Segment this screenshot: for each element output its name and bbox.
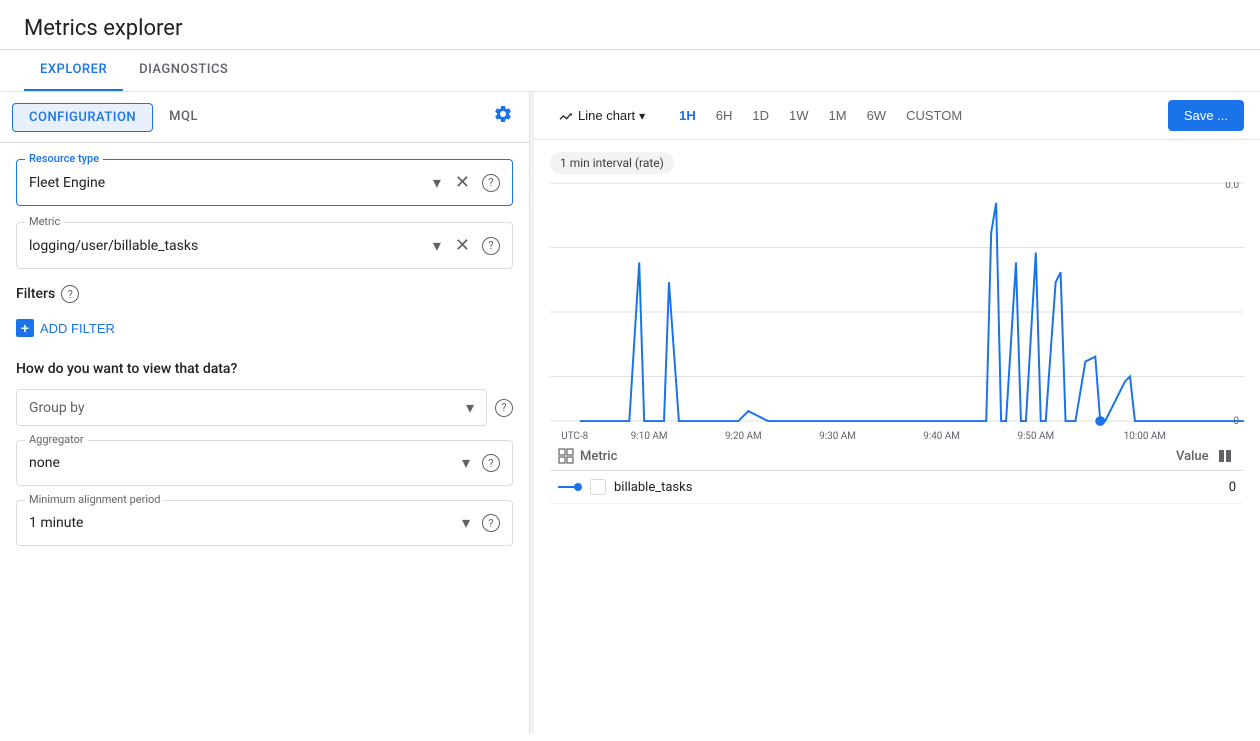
legend-color-line: [558, 482, 582, 492]
tab-mql[interactable]: MQL: [153, 103, 214, 132]
filters-section: Filters ?: [16, 285, 513, 303]
svg-text:0.0: 0.0: [1225, 182, 1239, 191]
add-filter-button[interactable]: + ADD FILTER: [16, 315, 115, 341]
tab-configuration[interactable]: CONFIGURATION: [12, 103, 153, 132]
chart-hover-dot: [1095, 416, 1105, 426]
settings-button[interactable]: [489, 100, 517, 134]
config-tabs-row: CONFIGURATION MQL: [0, 92, 529, 143]
min-alignment-group: Minimum alignment period 1 minute ▾ ?: [16, 500, 513, 546]
nav-tab-explorer[interactable]: EXPLORER: [24, 50, 123, 91]
chart-area: 1 min interval (rate) 0.0 0: [534, 140, 1260, 733]
svg-text:9:20 AM: 9:20 AM: [725, 431, 762, 442]
resource-type-dropdown[interactable]: ▾: [431, 171, 443, 195]
min-alignment-value: 1 minute: [29, 515, 83, 531]
interval-badge: 1 min interval (rate): [550, 152, 674, 174]
legend-header: Metric Value: [550, 442, 1244, 471]
add-filter-label: ADD FILTER: [40, 321, 115, 336]
filters-label: Filters: [16, 286, 55, 302]
page-title: Metrics explorer: [24, 16, 1236, 41]
time-btn-1w[interactable]: 1W: [779, 104, 819, 127]
nav-tab-diagnostics[interactable]: DIAGNOSTICS: [123, 50, 244, 91]
aggregator-value: none: [29, 455, 60, 471]
config-tabs: CONFIGURATION MQL: [12, 103, 214, 132]
metric-label: Metric: [25, 215, 64, 228]
time-buttons: 1H 6H 1D 1W 1M 6W CUSTOM: [669, 104, 972, 127]
chart-type-label: Line chart: [578, 108, 635, 123]
left-panel: CONFIGURATION MQL Resource type Fleet En…: [0, 92, 530, 733]
resource-type-label: Resource type: [25, 152, 103, 165]
svg-text:9:10 AM: 9:10 AM: [631, 431, 668, 442]
time-btn-6h[interactable]: 6H: [706, 104, 743, 127]
chart-container: 0.0 0 UTC-8 9:10 AM 9:20 AM 9:30 AM 9:40…: [550, 182, 1244, 442]
group-by-value: Group by: [29, 400, 85, 416]
min-alignment-label: Minimum alignment period: [25, 493, 164, 506]
legend-value: 0: [1229, 480, 1236, 495]
view-section-title: How do you want to view that data?: [16, 361, 513, 377]
metric-group: Metric logging/user/billable_tasks ▾ ✕ ?: [16, 222, 513, 269]
resource-type-value: Fleet Engine: [29, 175, 105, 191]
metric-value: logging/user/billable_tasks: [29, 238, 198, 254]
group-by-help[interactable]: ?: [495, 399, 513, 417]
add-filter-icon: +: [16, 319, 34, 337]
metric-dropdown[interactable]: ▾: [431, 234, 443, 258]
page-header: Metrics explorer: [0, 0, 1260, 50]
main-layout: CONFIGURATION MQL Resource type Fleet En…: [0, 92, 1260, 733]
config-body: Resource type Fleet Engine ▾ ✕ ? Metric: [0, 143, 529, 576]
aggregator-dropdown[interactable]: ▾: [460, 451, 472, 475]
group-by-row: Group by ▾ ?: [16, 389, 513, 426]
nav-tabs: EXPLORER DIAGNOSTICS: [0, 50, 1260, 92]
min-alignment-dropdown[interactable]: ▾: [460, 511, 472, 535]
resource-type-help[interactable]: ?: [482, 174, 500, 192]
group-by-dropdown[interactable]: Group by ▾: [16, 389, 487, 426]
time-btn-6w[interactable]: 6W: [857, 104, 897, 127]
metric-help[interactable]: ?: [482, 237, 500, 255]
time-btn-1m[interactable]: 1M: [819, 104, 857, 127]
save-button[interactable]: Save ...: [1168, 100, 1244, 131]
aggregator-label: Aggregator: [25, 433, 88, 446]
legend-checkbox[interactable]: [590, 479, 606, 495]
svg-text:9:30 AM: 9:30 AM: [819, 431, 856, 442]
legend-metric-header: Metric: [580, 449, 617, 464]
svg-text:9:40 AM: 9:40 AM: [923, 431, 960, 442]
resource-type-group: Resource type Fleet Engine ▾ ✕ ?: [16, 159, 513, 206]
legend-row: billable_tasks 0: [550, 471, 1244, 504]
chart-svg: 0.0 0 UTC-8 9:10 AM 9:20 AM 9:30 AM 9:40…: [550, 182, 1244, 442]
chart-toolbar: Line chart ▾ 1H 6H 1D 1W 1M 6W CUSTOM Sa…: [534, 92, 1260, 140]
resource-type-clear[interactable]: ✕: [453, 170, 472, 195]
svg-text:10:00 AM: 10:00 AM: [1124, 431, 1166, 442]
chart-type-arrow: ▾: [639, 109, 645, 123]
time-btn-1h[interactable]: 1H: [669, 104, 706, 127]
aggregator-group: Aggregator none ▾ ?: [16, 440, 513, 486]
legend-metric-name: billable_tasks: [614, 480, 692, 495]
time-btn-custom[interactable]: CUSTOM: [896, 104, 972, 127]
group-by-arrow: ▾: [466, 398, 474, 417]
chart-type-button[interactable]: Line chart ▾: [550, 104, 653, 128]
legend-section: Metric Value billable_tasks: [550, 442, 1244, 504]
aggregator-help[interactable]: ?: [482, 454, 500, 472]
right-panel: Line chart ▾ 1H 6H 1D 1W 1M 6W CUSTOM Sa…: [534, 92, 1260, 733]
metric-clear[interactable]: ✕: [453, 233, 472, 258]
svg-text:9:50 AM: 9:50 AM: [1017, 431, 1054, 442]
legend-value-header: Value: [1176, 449, 1209, 464]
time-btn-1d[interactable]: 1D: [742, 104, 779, 127]
filters-help[interactable]: ?: [61, 285, 79, 303]
legend-collapse-icon[interactable]: [1217, 448, 1233, 464]
grid-icon: [558, 448, 574, 464]
svg-text:UTC-8: UTC-8: [561, 431, 588, 442]
min-alignment-help[interactable]: ?: [482, 514, 500, 532]
